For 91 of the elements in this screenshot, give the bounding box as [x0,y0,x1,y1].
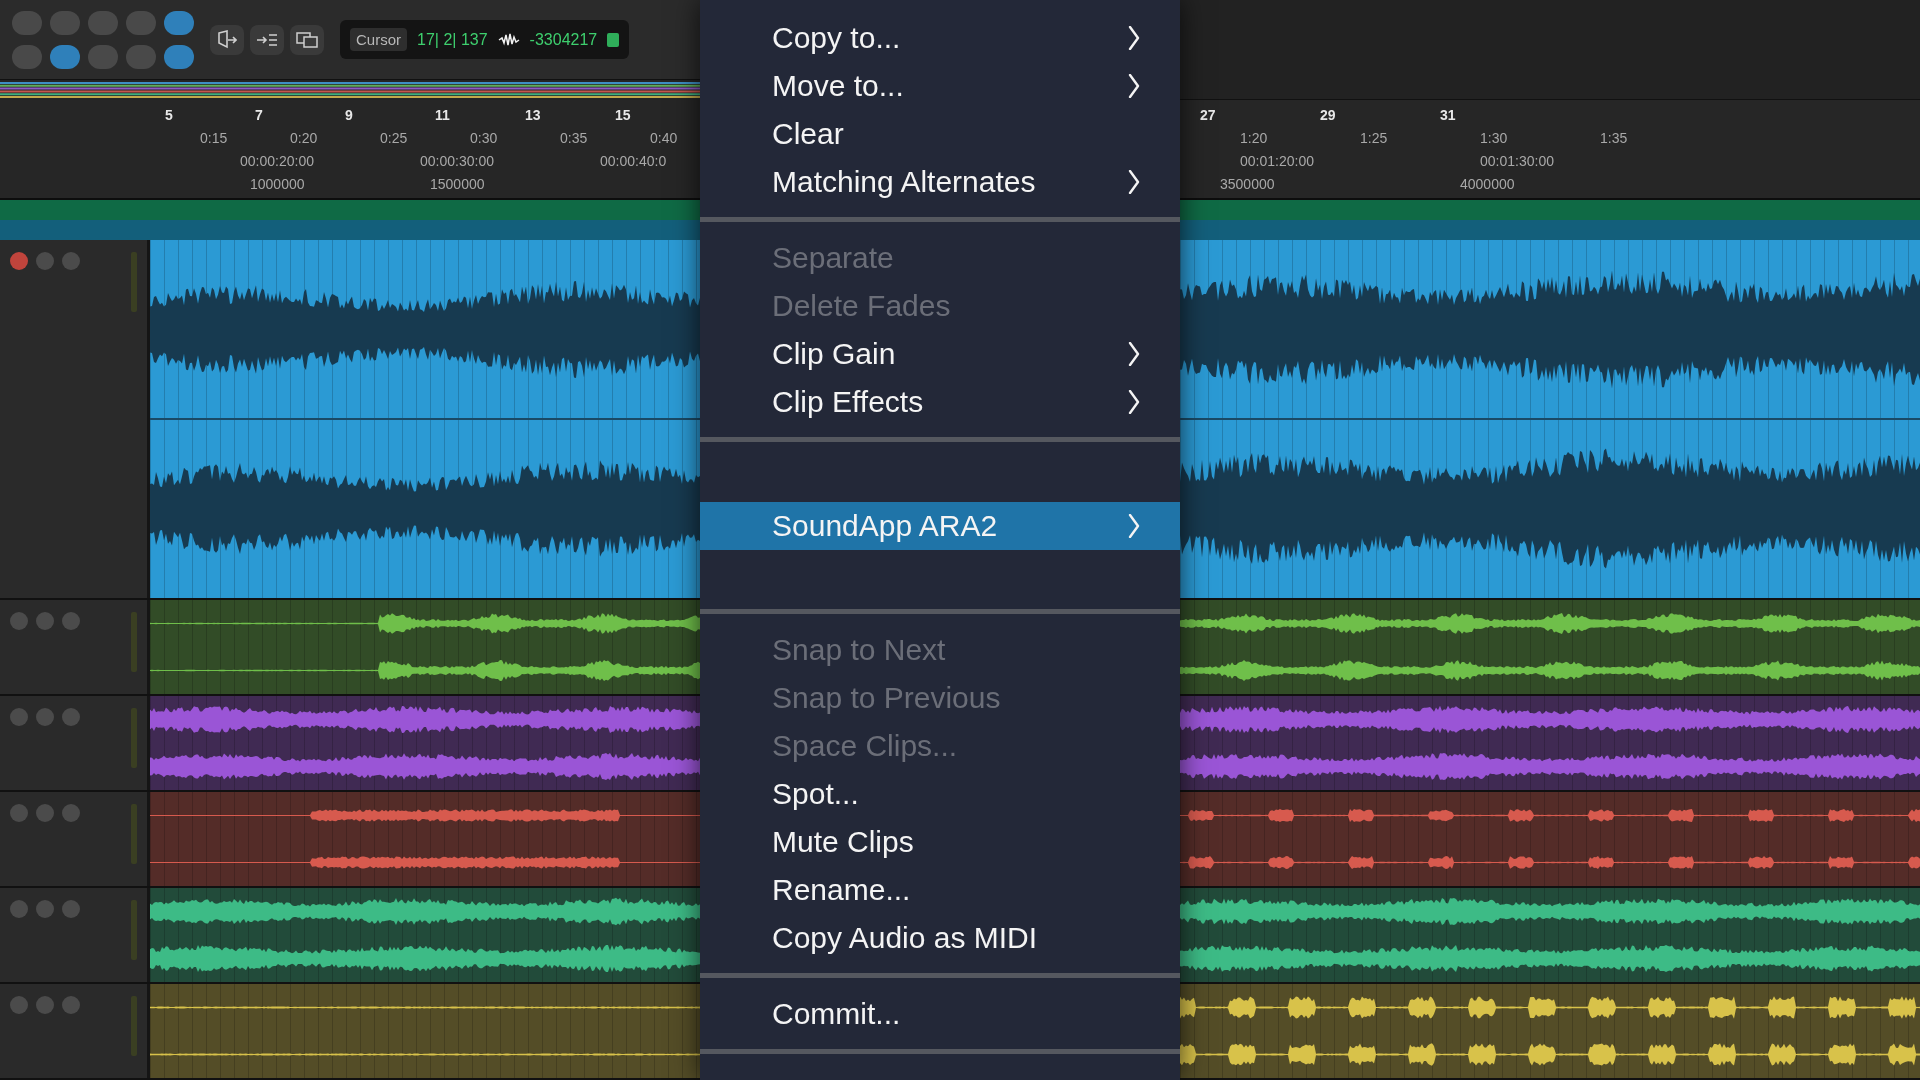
ruler-label: 27 [1200,106,1216,123]
ruler-label: 15 [615,106,631,123]
audio-clip[interactable] [150,600,700,694]
track-button[interactable] [62,612,80,630]
toolbar-button[interactable] [290,24,324,55]
arrow-list-icon [256,31,278,48]
ruler-label: 13 [525,106,541,123]
track-button[interactable] [36,252,54,270]
cursor-label: Cursor [350,28,407,51]
ruler-label: 0:25 [380,129,408,146]
waveform-icon [497,31,520,48]
toolbar-button[interactable] [210,24,244,55]
audio-clip[interactable] [150,792,700,886]
audio-clip[interactable] [150,240,700,598]
ruler-label: 31 [1440,106,1456,123]
tool-button[interactable] [12,44,42,69]
track-button[interactable] [36,708,54,726]
ruler-label: 0:40 [650,129,678,146]
menu-item[interactable]: Move to... [700,62,1180,110]
menu-item[interactable]: Clear [700,110,1180,158]
audio-clip[interactable] [1180,600,1920,694]
track-button[interactable] [10,612,28,630]
menu-item[interactable]: SoundApp ARA2 [700,502,1180,550]
track-button[interactable] [62,996,80,1014]
status-indicator-icon [607,32,620,47]
tool-button[interactable] [164,10,194,35]
audio-clip[interactable] [1180,888,1920,982]
menu-item[interactable]: Rename... [700,866,1180,914]
ruler-label: 1:20 [1240,129,1268,146]
track-button[interactable] [10,804,28,822]
menu-item[interactable]: Spot... [700,770,1180,818]
ruler-label: 00:01:20:00 [1240,152,1314,169]
ruler-label: 00:00:20:00 [240,152,314,169]
sample-position: -3304217 [529,30,598,49]
ruler-label: 3500000 [1220,175,1275,192]
ruler-label: 1500000 [430,175,485,192]
ruler-label: 0:35 [560,129,588,146]
audio-clip[interactable] [1180,240,1920,598]
tool-button[interactable] [126,44,156,69]
tool-button[interactable] [88,10,118,35]
track-button[interactable] [62,900,80,918]
audio-clip[interactable] [150,888,700,982]
ruler-label: 4000000 [1460,175,1515,192]
track-button[interactable] [62,804,80,822]
shield-arrow-icon [217,29,237,50]
menu-item[interactable]: Copy to... [700,14,1180,62]
menu-item[interactable]: Copy Audio as MIDI [700,914,1180,962]
audio-clip[interactable] [150,696,700,790]
track-button[interactable] [10,708,28,726]
record-button[interactable] [10,252,28,270]
menu-item[interactable]: Clip Effects [700,378,1180,426]
ruler-label: 00:01:30:00 [1480,152,1554,169]
track-button[interactable] [62,252,80,270]
track-button[interactable] [36,804,54,822]
ruler-label: 00:00:30:00 [420,152,494,169]
tool-button[interactable] [50,44,80,69]
tool-button[interactable] [126,10,156,35]
tool-button[interactable] [88,44,118,69]
ruler-label: 0:15 [200,129,228,146]
tool-button[interactable] [12,10,42,35]
audio-clip[interactable] [150,984,700,1078]
ruler-label: 1000000 [250,175,305,192]
menu-item[interactable]: Clip Gain [700,330,1180,378]
ruler-label: 7 [255,106,263,123]
ruler-label: 29 [1320,106,1336,123]
ruler-label: 1:35 [1600,129,1628,146]
menu-item[interactable]: Mute Clips [700,818,1180,866]
tool-button[interactable] [50,10,80,35]
menu-item[interactable]: Matching Alternates [700,158,1180,206]
audio-clip[interactable] [1180,984,1920,1078]
track-button[interactable] [10,996,28,1014]
audio-clip[interactable] [1180,696,1920,790]
track-button[interactable] [36,900,54,918]
track-button[interactable] [62,708,80,726]
ruler-label: 1:30 [1480,129,1508,146]
ruler-label: 11 [435,106,450,123]
menu-item[interactable]: Commit... [700,990,1180,1038]
ruler-label: 9 [345,106,353,123]
overlapping-windows-icon [296,31,318,48]
track-button[interactable] [36,996,54,1014]
ruler-label: 1:25 [1360,129,1388,146]
toolbar-button[interactable] [250,24,284,55]
ruler-label: 00:00:40:0 [600,152,667,169]
tool-button[interactable] [164,44,194,69]
audio-clip[interactable] [1180,792,1920,886]
cursor-position: 17| 2| 137 [417,30,488,49]
ruler-label: 0:20 [290,129,318,146]
ruler-label: 5 [165,106,173,123]
ruler-label: 0:30 [470,129,498,146]
track-button[interactable] [10,900,28,918]
track-button[interactable] [36,612,54,630]
